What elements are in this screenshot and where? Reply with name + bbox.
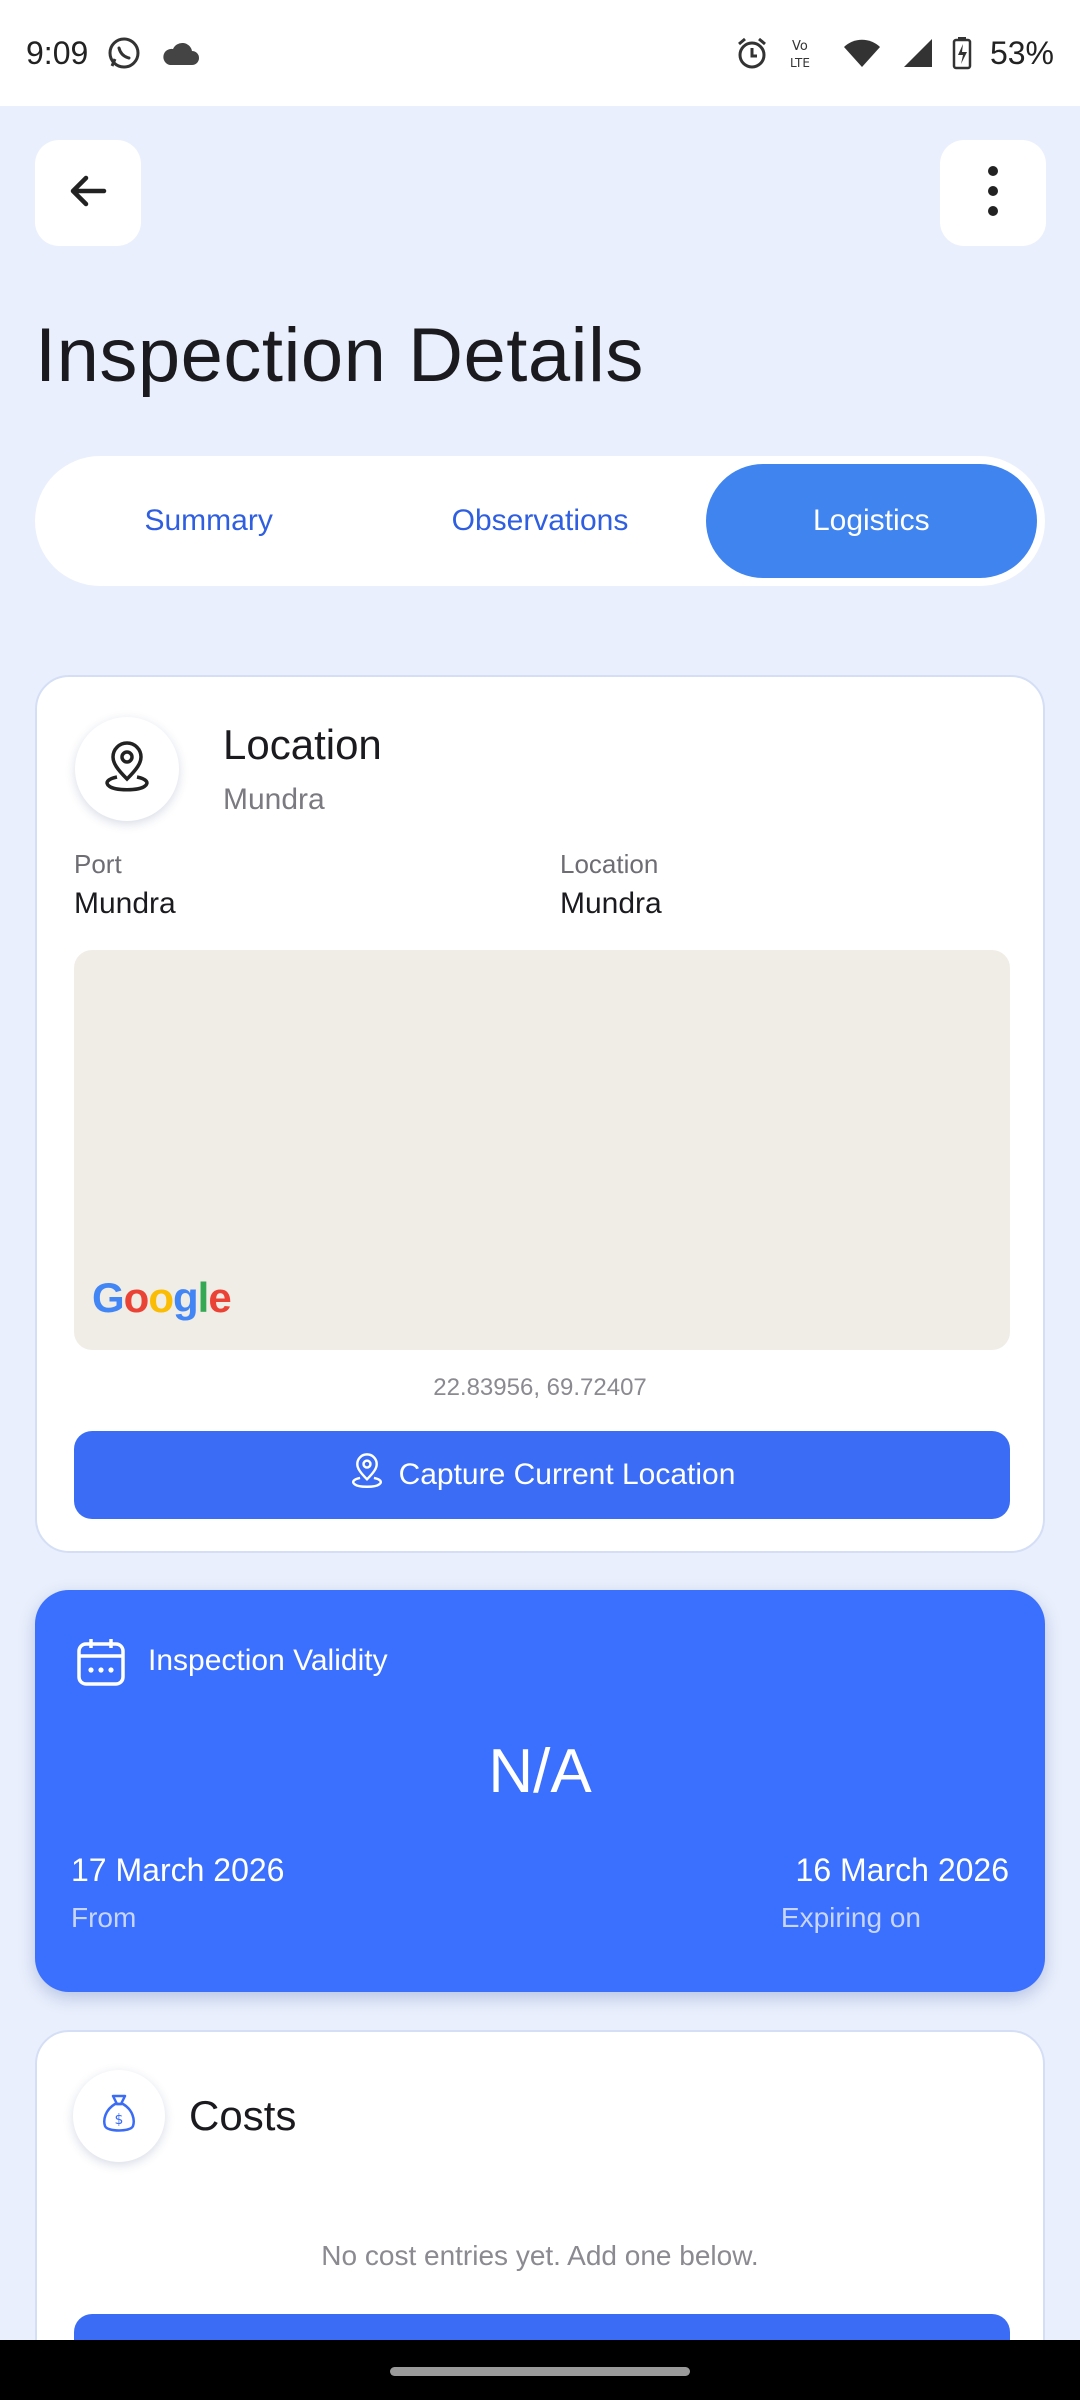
tab-logistics[interactable]: Logistics	[705, 464, 1037, 578]
tab-observations[interactable]: Observations	[374, 464, 705, 578]
validity-from-label: From	[71, 1902, 137, 1933]
validity-status: N/A	[488, 1737, 592, 1806]
arrow-left-icon	[66, 169, 110, 218]
page-title: Inspection Details	[35, 313, 644, 398]
battery-charging-icon	[952, 36, 972, 70]
inspection-details-screen: 9:09 Vo LTE 53% Inspection Details Summa…	[0, 0, 1080, 2400]
location-card: Location Mundra Port Mundra Location Mun…	[35, 675, 1045, 1553]
location-field-label: Location	[560, 849, 659, 879]
money-bag-icon: $	[99, 2092, 139, 2141]
calendar-icon	[75, 1636, 127, 1693]
costs-avatar: $	[73, 2070, 165, 2162]
more-options-button[interactable]	[940, 140, 1046, 246]
status-bar: 9:09 Vo LTE 53%	[0, 0, 1080, 106]
cloud-icon	[160, 39, 200, 67]
location-avatar	[75, 717, 179, 821]
costs-empty-message: No cost entries yet. Add one below.	[321, 2240, 759, 2271]
map-pin-icon	[101, 739, 153, 800]
coordinates-text: 22.83956, 69.72407	[433, 1374, 647, 1401]
location-title: Location	[223, 721, 382, 768]
svg-text:Vo: Vo	[792, 39, 808, 54]
map-view[interactable]: Google	[74, 950, 1010, 1350]
status-left: 9:09	[26, 35, 200, 72]
volte-icon: Vo LTE	[788, 35, 824, 71]
wifi-icon	[842, 37, 882, 69]
whatsapp-icon	[106, 35, 142, 71]
svg-text:LTE: LTE	[790, 56, 810, 70]
location-field-value: Mundra	[560, 887, 662, 920]
tab-bar: Summary Observations Logistics	[35, 456, 1045, 586]
capture-location-button[interactable]: Capture Current Location	[74, 1431, 1010, 1519]
capture-location-label: Capture Current Location	[398, 1458, 736, 1491]
status-right: Vo LTE 53%	[734, 35, 1054, 72]
alarm-icon	[734, 35, 770, 71]
costs-title: Costs	[189, 2092, 297, 2139]
port-value: Mundra	[74, 887, 176, 920]
inspection-validity-card: Inspection Validity N/A 17 March 2026 Fr…	[35, 1590, 1045, 1992]
status-time: 9:09	[26, 34, 89, 71]
validity-expiry-date: 16 March 2026	[795, 1852, 1009, 1888]
svg-text:$: $	[115, 2112, 124, 2128]
more-vertical-icon	[983, 163, 1003, 224]
validity-title: Inspection Validity	[148, 1644, 388, 1677]
battery-percent: 53%	[989, 34, 1054, 71]
back-button[interactable]	[35, 140, 141, 246]
signal-icon	[900, 37, 934, 69]
map-pin-icon	[349, 1451, 385, 1499]
validity-expiry-label: Expiring on	[780, 1902, 921, 1933]
google-logo: Google	[92, 1274, 232, 1321]
gesture-handle[interactable]	[390, 2367, 690, 2376]
port-label: Port	[74, 849, 122, 879]
tab-summary[interactable]: Summary	[43, 464, 374, 578]
validity-from-date: 17 March 2026	[71, 1852, 285, 1888]
location-subtitle: Mundra	[223, 783, 325, 816]
